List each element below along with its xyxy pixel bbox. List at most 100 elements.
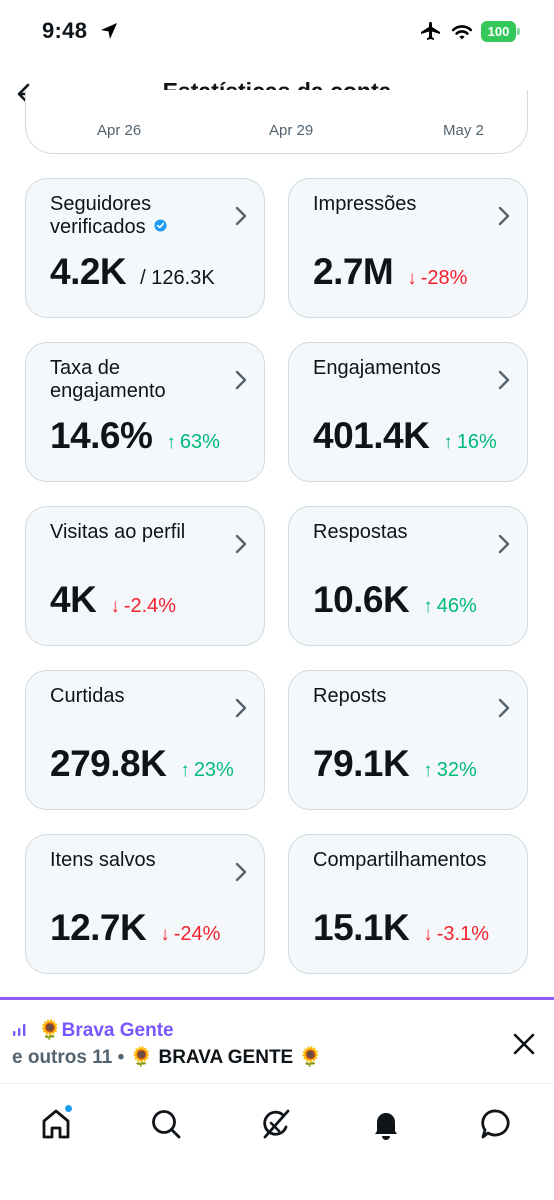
nav-home[interactable] xyxy=(36,1104,76,1144)
metric-value: 12.7K xyxy=(50,907,147,948)
metric-value: 279.8K xyxy=(50,743,167,784)
metric-delta: ↓ -3.1% xyxy=(423,923,489,945)
metric-total: / 126.3K xyxy=(140,267,215,289)
spaces-participants: e outros 11 • xyxy=(12,1047,130,1068)
chevron-right-icon xyxy=(498,534,510,554)
spaces-name: 🌻 BRAVA GENTE 🌻 xyxy=(129,1047,323,1068)
metric-value-row: 4K ↓ -2.4% xyxy=(50,579,176,621)
chevron-right-icon xyxy=(235,534,247,554)
metric-delta: ↑ 23% xyxy=(180,759,234,781)
metric-card-reposts[interactable]: Reposts 79.1K ↑ 32% xyxy=(288,670,528,810)
metric-value: 4.2K xyxy=(50,251,127,292)
arrow-down-icon: ↓ xyxy=(407,268,417,289)
arrow-up-icon: ↑ xyxy=(443,432,453,453)
metric-value: 14.6% xyxy=(50,415,153,456)
arrow-up-icon: ↑ xyxy=(423,760,433,781)
metric-delta: ↓ -28% xyxy=(407,267,468,289)
metric-label: Visitas ao perfil xyxy=(50,521,186,543)
metric-value-row: 4.2K / 126.3K xyxy=(50,251,215,293)
arrow-down-icon: ↓ xyxy=(110,596,120,617)
arrow-up-icon: ↑ xyxy=(423,596,433,617)
metric-card-compartilhamentos[interactable]: Compartilhamentos 15.1K ↓ -3.1% xyxy=(288,834,528,974)
metric-value-row: 14.6% ↑ 63% xyxy=(50,415,220,457)
close-icon[interactable] xyxy=(510,1030,538,1058)
metric-card-impressoes[interactable]: Impressões 2.7M ↓ -28% xyxy=(288,178,528,318)
location-arrow-icon xyxy=(101,23,117,39)
chevron-right-icon xyxy=(498,370,510,390)
verified-badge-icon xyxy=(154,219,167,232)
metric-value-row: 10.6K ↑ 46% xyxy=(313,579,477,621)
metric-label: Engajamentos xyxy=(313,357,441,379)
metric-card-respostas[interactable]: Respostas 10.6K ↑ 46% xyxy=(288,506,528,646)
chevron-right-icon xyxy=(235,862,247,882)
metric-value-row: 279.8K ↑ 23% xyxy=(50,743,234,785)
status-time: 9:48 xyxy=(42,18,88,43)
chevron-right-icon xyxy=(235,206,247,226)
spaces-dock[interactable]: 🌻Brava Gente e outros 11 • 🌻 BRAVA GENTE… xyxy=(0,997,554,1081)
metrics-grid: Seguidores verificados 4.2K / 126.3K Imp… xyxy=(25,178,528,974)
x-tick-label: Apr 26 xyxy=(97,122,142,139)
metric-card-taxa-de-engajamento[interactable]: Taxa de engajamento 14.6% ↑ 63% xyxy=(25,342,265,482)
grok-icon xyxy=(263,1109,290,1139)
spaces-title: 🌻Brava Gente xyxy=(38,1020,174,1041)
metric-card-curtidas[interactable]: Curtidas 279.8K ↑ 23% xyxy=(25,670,265,810)
chevron-right-icon xyxy=(235,698,247,718)
metric-value: 401.4K xyxy=(313,415,430,456)
metric-value: 15.1K xyxy=(313,907,410,948)
metric-value-row: 12.7K ↓ -24% xyxy=(50,907,220,949)
spaces-title-row: 🌻Brava Gente xyxy=(12,1018,174,1042)
nav-messages[interactable] xyxy=(476,1104,516,1144)
metric-delta: ↑ 16% xyxy=(443,431,497,453)
metric-label: Compartilhamentos xyxy=(313,849,487,871)
metric-delta: ↑ 63% xyxy=(166,431,220,453)
arrow-up-icon: ↑ xyxy=(166,432,176,453)
chart-x-axis: Apr 26 Apr 29 May 2 xyxy=(25,122,528,142)
arrow-down-icon: ↓ xyxy=(160,924,170,945)
nav-search[interactable] xyxy=(146,1104,186,1144)
metric-label: Itens salvos xyxy=(50,849,156,871)
metric-value-row: 79.1K ↑ 32% xyxy=(313,743,477,785)
metric-value: 2.7M xyxy=(313,251,394,292)
metric-value-row: 401.4K ↑ 16% xyxy=(313,415,497,457)
nav-grok[interactable] xyxy=(256,1104,296,1144)
wifi-icon xyxy=(451,25,473,40)
metric-delta: ↑ 46% xyxy=(423,595,477,617)
chevron-right-icon xyxy=(498,206,510,226)
metric-delta: ↑ 32% xyxy=(423,759,477,781)
metric-label: Curtidas xyxy=(50,685,125,707)
metric-value: 4K xyxy=(50,579,97,620)
spaces-subtitle: e outros 11 • 🌻 BRAVA GENTE 🌻 xyxy=(12,1045,322,1069)
status-bar: 9:48 100 xyxy=(0,0,554,60)
metric-value-row: 15.1K ↓ -3.1% xyxy=(313,907,489,949)
x-tick-label: May 2 xyxy=(443,122,484,139)
audio-bars-icon xyxy=(13,1024,26,1036)
metric-value-row: 2.7M ↓ -28% xyxy=(313,251,467,293)
battery-level: 100 xyxy=(481,21,516,42)
metric-card-engajamentos[interactable]: Engajamentos 401.4K ↑ 16% xyxy=(288,342,528,482)
notifications-icon xyxy=(375,1113,397,1140)
metric-card-itens-salvos[interactable]: Itens salvos 12.7K ↓ -24% xyxy=(25,834,265,974)
chevron-right-icon xyxy=(498,698,510,718)
x-tick-label: Apr 29 xyxy=(269,122,314,139)
unread-dot xyxy=(64,1104,73,1113)
metric-label: Taxa de engajamento xyxy=(50,357,166,402)
arrow-down-icon: ↓ xyxy=(423,924,433,945)
metric-delta: ↓ -2.4% xyxy=(110,595,177,617)
messages-icon xyxy=(481,1109,510,1139)
metric-card-visitas-ao-perfil[interactable]: Visitas ao perfil 4K ↓ -2.4% xyxy=(25,506,265,646)
metric-value: 10.6K xyxy=(313,579,410,620)
metric-value: 79.1K xyxy=(313,743,410,784)
bottom-nav xyxy=(0,1083,554,1200)
arrow-up-icon: ↑ xyxy=(180,760,190,781)
chevron-right-icon xyxy=(235,370,247,390)
metric-delta: ↓ -24% xyxy=(160,923,221,945)
nav-notifications[interactable] xyxy=(366,1104,406,1144)
metric-card-seguidores-verificados[interactable]: Seguidores verificados 4.2K / 126.3K xyxy=(25,178,265,318)
metric-label: Seguidores verificados xyxy=(50,193,230,239)
airplane-icon xyxy=(421,22,440,40)
search-icon xyxy=(152,1110,181,1139)
metric-label: Reposts xyxy=(313,685,387,707)
metric-label: Respostas xyxy=(313,521,408,543)
metric-label: Impressões xyxy=(313,193,417,215)
battery-icon: 100 xyxy=(481,21,521,42)
